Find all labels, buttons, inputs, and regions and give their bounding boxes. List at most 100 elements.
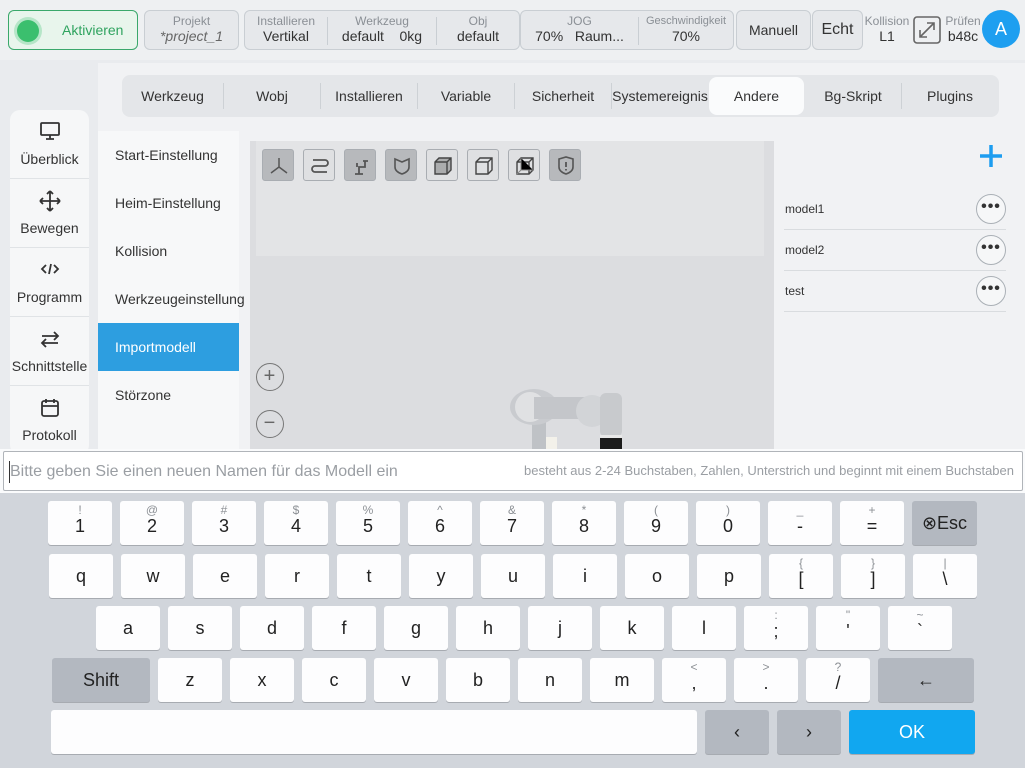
robot-icon[interactable] (344, 149, 376, 181)
path-icon[interactable] (303, 149, 335, 181)
speed-cell[interactable]: Geschwindigkeit 70% (639, 11, 733, 49)
key-3[interactable]: #3 (192, 501, 256, 545)
key-g[interactable]: g (384, 606, 448, 650)
install-cell[interactable]: Installieren Vertikal (245, 11, 327, 49)
check-indicator[interactable]: Prüfen b48c (944, 12, 982, 50)
tab-plugins[interactable]: Plugins (902, 75, 998, 117)
axes-icon[interactable] (262, 149, 294, 181)
key-[[interactable]: {[ (769, 554, 833, 598)
tab-werkzeug[interactable]: Werkzeug (122, 75, 223, 117)
tab-sicherheit[interactable]: Sicherheit (515, 75, 611, 117)
submenu-item-tool-settings[interactable]: Werkzeugeinstellung (98, 275, 245, 323)
key-e[interactable]: e (193, 554, 257, 598)
key-m[interactable]: m (590, 658, 654, 702)
esc-key[interactable]: ⊗Esc (912, 501, 977, 545)
key-/[interactable]: ? / (806, 658, 870, 702)
tab-bg-skript[interactable]: Bg-Skript (805, 75, 901, 117)
collision-indicator[interactable]: Kollision L1 (864, 12, 910, 50)
submenu-item-interference-zone[interactable]: Störzone (98, 371, 239, 419)
key-`[interactable]: ~ ` (888, 606, 952, 650)
key-b[interactable]: b (446, 658, 510, 702)
key-f[interactable]: f (312, 606, 376, 650)
tab-systemereignis[interactable]: Systemereignis (612, 75, 708, 117)
submenu-item-import-model[interactable]: Importmodell (98, 323, 239, 371)
key-h[interactable]: h (456, 606, 520, 650)
jog-cell[interactable]: JOG 70% Raum... (521, 11, 638, 49)
tab-andere[interactable]: Andere (709, 77, 804, 115)
key-9[interactable]: (9 (624, 501, 688, 545)
key-1[interactable]: ! 1 (48, 501, 112, 545)
shift-key[interactable]: Shift (52, 658, 150, 702)
key-c[interactable]: c (302, 658, 366, 702)
activate-button[interactable]: Aktivieren (8, 10, 138, 50)
space-key[interactable] (51, 710, 697, 754)
key-y[interactable]: y (409, 554, 473, 598)
key-d[interactable]: d (240, 606, 304, 650)
obj-cell[interactable]: Obj default (437, 11, 519, 49)
3d-viewer[interactable]: + − (250, 141, 774, 463)
list-item[interactable]: model2 ••• (784, 230, 1006, 271)
key-\[interactable]: | \ (913, 554, 977, 598)
key-j[interactable]: j (528, 606, 592, 650)
key-5[interactable]: % 5 (336, 501, 400, 545)
add-model-button[interactable] (976, 141, 1006, 171)
key-z[interactable]: z (158, 658, 222, 702)
key-0[interactable]: ) 0 (696, 501, 760, 545)
key--[interactable]: _ - (768, 501, 832, 545)
zoom-in-button[interactable]: + (256, 363, 284, 391)
key-n[interactable]: n (518, 658, 582, 702)
key-7[interactable]: & 7 (480, 501, 544, 545)
manual-mode-button[interactable]: Manuell (736, 10, 811, 50)
more-options-button[interactable]: ••• (976, 235, 1006, 265)
key-u[interactable]: u (481, 554, 545, 598)
key-t[interactable]: t (337, 554, 401, 598)
key-=[interactable]: + = (840, 501, 904, 545)
key-2[interactable]: @2 (120, 501, 184, 545)
ok-key[interactable]: OK (849, 710, 975, 754)
more-options-button[interactable]: ••• (976, 194, 1006, 224)
list-item[interactable]: test ••• (784, 271, 1006, 312)
key-v[interactable]: v (374, 658, 438, 702)
list-item[interactable]: model1 ••• (784, 189, 1006, 230)
project-button[interactable]: Projekt *project_1 (144, 10, 239, 50)
key-4[interactable]: $4 (264, 501, 328, 545)
shield-icon[interactable] (385, 149, 417, 181)
nav-item-move[interactable]: Bewegen (10, 179, 89, 248)
cube-front-icon[interactable] (426, 149, 458, 181)
model-name-input[interactable]: Bitte geben Sie einen neuen Namen für da… (3, 451, 1023, 491)
nav-item-log[interactable]: Protokoll (10, 386, 89, 455)
tab-variable[interactable]: Variable (418, 75, 514, 117)
key-s[interactable]: s (168, 606, 232, 650)
real-mode-button[interactable]: Echt (812, 10, 863, 50)
fullscreen-icon[interactable] (912, 15, 942, 45)
zoom-out-button[interactable]: − (256, 410, 284, 438)
submenu-item-collision[interactable]: Kollision (98, 227, 239, 275)
key-.[interactable]: >. (734, 658, 798, 702)
avatar[interactable]: A (982, 10, 1020, 48)
nav-item-program[interactable]: Programm (10, 248, 89, 317)
cursor-left-key[interactable]: ‹ (705, 710, 769, 754)
tool-cell[interactable]: Werkzeug default 0kg (328, 11, 436, 49)
key-'[interactable]: " ' (816, 606, 880, 650)
alert-shield-icon[interactable] (549, 149, 581, 181)
tab-installieren[interactable]: Installieren (321, 75, 417, 117)
key-p[interactable]: p (697, 554, 761, 598)
cube-side-icon[interactable] (467, 149, 499, 181)
submenu-item-home[interactable]: Heim-Einstellung (98, 179, 239, 227)
key-a[interactable]: a (96, 606, 160, 650)
key-q[interactable]: q (49, 554, 113, 598)
nav-item-overview[interactable]: Überblick (10, 110, 89, 179)
cursor-right-key[interactable]: › (777, 710, 841, 754)
nav-item-interface[interactable]: Schnittstelle (10, 317, 89, 386)
more-options-button[interactable]: ••• (976, 276, 1006, 306)
key-r[interactable]: r (265, 554, 329, 598)
key-;[interactable]: :; (744, 606, 808, 650)
key-l[interactable]: l (672, 606, 736, 650)
tab-wobj[interactable]: Wobj (224, 75, 320, 117)
key-6[interactable]: ^ 6 (408, 501, 472, 545)
key-k[interactable]: k (600, 606, 664, 650)
backspace-key[interactable]: ← (878, 658, 974, 702)
key-x[interactable]: x (230, 658, 294, 702)
submenu-item-start[interactable]: Start-Einstellung (98, 131, 239, 179)
key-,[interactable]: <, (662, 658, 726, 702)
